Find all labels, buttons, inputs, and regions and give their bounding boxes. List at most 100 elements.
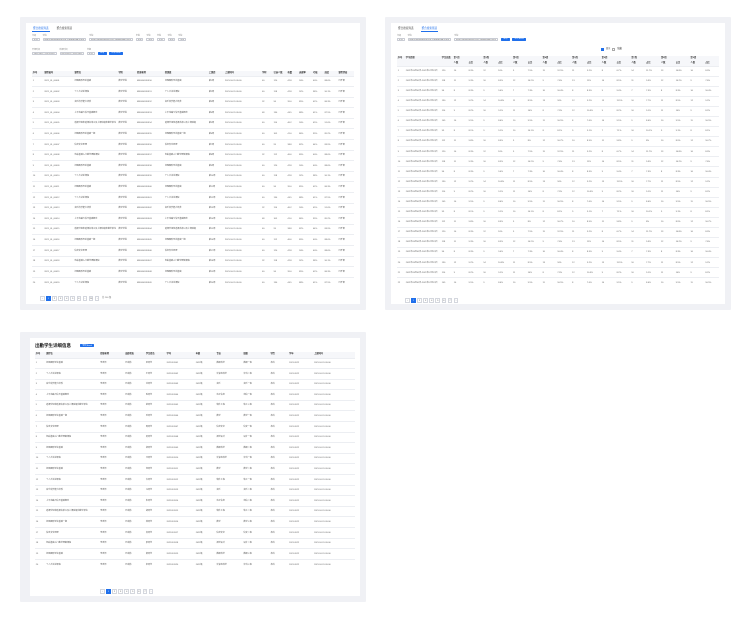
table-row[interactable]: 21 2021年03月01日-2021年07月15日 110 9 8.2% 10 9.1% 1… xyxy=(397,267,720,278)
table-row[interactable]: 3 音乐欣赏能力培养 李老师 已出勤 刘同学 2021012003 2021级 音乐 音乐一班本… xyxy=(35,378,355,390)
table-row[interactable]: 14 上平电路与信号基础概念 李老师 已出勤 朱同学 2021012014 2021级 电子信… xyxy=(35,495,355,507)
page-button[interactable]: 4 xyxy=(124,589,129,594)
table-row[interactable]: 2 2021年03月01日-2021年07月15日 118 11 9.3% 10 8.5% 1… xyxy=(397,75,720,87)
table-row[interactable]: 17 2021年03月01日-2021年07月15日 120 10 8.3% 12 10% 9… xyxy=(397,226,720,238)
tab-aggregate-2[interactable]: 聚合搜索筛选 xyxy=(56,27,74,32)
table-row[interactable]: 1 2021年03月01日-2021年07月15日 120 10 8.3% 12 10% 9 7… xyxy=(397,65,720,77)
table-row[interactable]: 8 色彩基础入门教学理解课程 李老师 已出勤 吴同学 2021012008 2021级 视觉设… xyxy=(35,431,355,443)
page-button[interactable]: 1 xyxy=(411,298,416,303)
table-row[interactable]: 14 2021年03月01日-2021年07月15日 105 10 9.5% 9 8.6% 1… xyxy=(397,196,720,208)
table-row[interactable]: 12 2021年03月01日-2021年07月15日 130 12 9.2% 14 10.8… xyxy=(397,176,720,188)
page-button[interactable]: 6 xyxy=(136,589,142,594)
table-row[interactable]: 20 2021_01_00020 个人方法论课程 数学学院 MK0090590169 个人… xyxy=(32,276,354,288)
page-button[interactable]: 6 xyxy=(76,296,82,301)
table-row[interactable]: 17 信息安全原理 李老师 已出勤 高同学 2021012017 2021级 信息安全 信安二班… xyxy=(35,527,355,539)
page-button[interactable]: 5 xyxy=(435,298,441,303)
table-row[interactable]: 19 2021_01_00019 问题图形导论基础 数学学院 MK0090590168 问… xyxy=(32,266,354,278)
filter-select[interactable]: 全部 xyxy=(146,37,155,42)
next-page-button[interactable]: › xyxy=(148,589,154,594)
table-row[interactable]: 10 个人方法论课程 李老师 已出勤 冯同学 2021012010 2021级 计算机科学 计科… xyxy=(35,452,355,464)
table-row[interactable]: 22 2021年03月01日-2021年07月15日 105 10 9.5% 9 8.6% 1… xyxy=(397,277,720,289)
table-row[interactable]: 9 问题图形导论基础 李老师 已出勤 郑同学 2021012009 2021级 数据科学 数据二… xyxy=(35,442,355,454)
table-row[interactable]: 20 个人方法论课程 李老师 已出勤 宋同学 2021012020 2021级 计算机科学 计科… xyxy=(35,558,355,570)
table-row[interactable]: 20 2021年03月01日-2021年07月15日 130 12 9.2% 14 10.8… xyxy=(397,257,720,268)
search-button[interactable]: 查询 xyxy=(97,51,107,56)
page-button[interactable]: 7 xyxy=(447,298,453,303)
page-button[interactable]: 2 xyxy=(52,296,57,301)
export-excel-button[interactable]: 导出 Excel xyxy=(80,344,95,348)
page-button[interactable]: 1 xyxy=(46,296,51,301)
table-row[interactable]: 5 2021_01_00005 选课分组和选课名单以及上课班级和教学单位 数学学院 MK… xyxy=(32,117,354,129)
table-row[interactable]: 9 2021年03月01日-2021年07月15日 120 10 8.3% 12 10% 9 7… xyxy=(397,146,720,157)
table-row[interactable]: 2 个人方法论课程 李老师 已出勤 王同学 2021012002 2021级 计算机科学 计科二… xyxy=(35,368,355,380)
tab-aggregate-1[interactable]: 聚合搜索筛选 xyxy=(32,27,50,33)
table-row[interactable]: 12 个人方法论课程 李老师 已出勤 许同学 2021012012 2021级 软件工程 软工一… xyxy=(35,474,355,486)
filter-select[interactable]: 全部 xyxy=(135,37,144,42)
filter-select[interactable]: 全部 xyxy=(167,37,176,42)
table-row[interactable]: 16 2021年03月01日-2021年07月15日 112 11 9.8% 10 8.9%… xyxy=(397,216,720,228)
table-row[interactable]: 11 2021年03月01日-2021年07月15日 96 8 8.3% 9 9.4% 7 7.… xyxy=(397,166,720,178)
export-excel-button[interactable]: 导出 Excel xyxy=(511,37,527,42)
page-button[interactable]: 1 xyxy=(106,589,111,594)
table-row[interactable]: 6 2021年03月01日-2021年07月15日 105 10 9.5% 9 8.6% 10… xyxy=(397,115,720,127)
tab-aggregate-1[interactable]: 聚合搜索筛选 xyxy=(397,27,415,32)
next-page-button[interactable]: › xyxy=(453,298,459,303)
filter-select[interactable]: 选课分组和选课名单以及上课班级和教学单位 xyxy=(407,37,452,42)
table-row[interactable]: 11 2021_01_00011 问题图形导论基础 数学学院 MK0090590160 问… xyxy=(32,181,354,193)
table-row[interactable]: 13 2021_01_00013 音乐欣赏能力培养 数学学院 MK0090590162 音… xyxy=(32,202,354,214)
table-row[interactable]: 7 2021_01_00007 信息安全原理 数学学院 MK0090590156 信息安全… xyxy=(32,139,354,151)
hide-checkbox[interactable] xyxy=(612,48,616,51)
table-row[interactable]: 6 问题图形导论基础一期 李老师 已出勤 孙同学 2021012006 2021级 数学 数学一… xyxy=(35,410,355,422)
table-row[interactable]: 13 音乐欣赏能力培养 李老师 已出勤 马同学 2021012013 2021级 音乐 音乐二班… xyxy=(35,484,355,496)
filter-select[interactable]: 2021-2022 - 2021-2022 xyxy=(59,51,84,56)
table-row[interactable]: 6 2021_01_00006 问题图形导论基础一期 数学学院 MK0090590155… xyxy=(32,128,354,140)
table-row[interactable]: 11 问题图形导论基础 李老师 已出勤 何同学 2021012011 2021级 数学 数学二班… xyxy=(35,463,355,475)
page-button[interactable]: 5 xyxy=(130,589,136,594)
page-button[interactable]: 3 xyxy=(58,296,63,301)
tab-aggregate-2[interactable]: 聚合搜索筛选 xyxy=(420,27,439,33)
table-row[interactable]: 15 2021年03月01日-2021年07月15日 99 8 8.1% 9 9.1% 10 1… xyxy=(397,206,720,218)
table-row[interactable]: 4 2021_01_00004 上平电路与信号基础概念 数学学院 MK009059015… xyxy=(32,107,354,119)
table-row[interactable]: 18 2021年03月01日-2021年07月15日 118 11 9.3% 10 8.5%… xyxy=(397,237,720,248)
page-button[interactable]: 6 xyxy=(441,298,447,303)
table-row[interactable]: 10 2021年03月01日-2021年07月15日 118 11 9.3% 10 8.5%… xyxy=(397,156,720,167)
table-row[interactable]: 3 2021_01_00003 音乐欣赏能力培养 数学学院 MK0090590152 音乐… xyxy=(32,96,354,108)
filter-select[interactable]: 全部 xyxy=(157,37,165,42)
table-row[interactable]: 7 信息安全原理 李老师 已出勤 周同学 2021012007 2021级 信息安全 信安一班本… xyxy=(35,421,355,433)
table-row[interactable]: 1 问题图形导论基础 李老师 已出勤 张同学 2021012001 2021级 数据科学 数据一… xyxy=(35,357,355,369)
table-row[interactable]: 4 上平电路与信号基础概念 李老师 已出勤 陈同学 2021012004 2021级 电子信息… xyxy=(35,389,355,401)
page-button[interactable]: ... xyxy=(82,296,88,301)
table-row[interactable]: 19 2021年03月01日-2021年07月15日 96 8 8.3% 9 9.4% 7 7.… xyxy=(397,247,720,258)
page-button[interactable]: 3 xyxy=(423,298,428,303)
table-row[interactable]: 15 选课分组和选课名单以及上课班级和教学单位 李老师 已出勤 胡同学 202101201… xyxy=(35,505,355,517)
table-row[interactable]: 12 2021_01_00012 个人方法论课程 数学学院 MK0090590161 个人… xyxy=(32,192,354,204)
table-row[interactable]: 2 2021_01_00002 个人方法论课程 数学学院 MK0090590151 个人方… xyxy=(32,86,354,98)
table-row[interactable]: 19 问题图形导论基础 李老师 已出勤 梁同学 2021012019 2021级 数据科学 数据… xyxy=(35,548,355,560)
show-checkbox[interactable] xyxy=(601,48,604,51)
table-row[interactable]: 8 2021_01_00008 色彩基础入门教学理解课程 数学学院 MK00905901… xyxy=(32,149,354,161)
table-row[interactable]: 5 2021年03月01日-2021年07月15日 110 9 8.2% 10 9.1% 11… xyxy=(397,105,720,117)
table-row[interactable]: 8 2021年03月01日-2021年07月15日 112 11 9.8% 10 8.9% 9… xyxy=(397,136,720,147)
filter-select[interactable]: 全部 xyxy=(178,37,186,42)
filter-select[interactable]: 选课分组和选课名单以及上课班级和教学单位 xyxy=(42,37,87,42)
table-row[interactable]: 5 选课分组和选课名单以及上课班级和教学单位 李老师 已出勤 赵同学 2021012005… xyxy=(35,399,355,411)
table-row[interactable]: 18 色彩基础入门教学理解课程 李老师 已出勤 罗同学 2021012018 2021级 视觉… xyxy=(35,537,355,549)
table-row[interactable]: 14 2021_01_00014 上平电路与信号基础概念 数学学院 MK00905901… xyxy=(32,213,354,225)
page-button[interactable]: 4 xyxy=(429,298,434,303)
table-row[interactable]: 4 2021年03月01日-2021年07月15日 130 12 9.2% 14 10.8%… xyxy=(397,95,720,107)
table-row[interactable]: 16 2021_01_00016 问题图形导论基础一期 数学学院 MK009059016… xyxy=(32,234,354,246)
table-row[interactable]: 10 2021_01_00010 个人方法论课程 数学学院 MK0090590159 个人… xyxy=(32,170,354,182)
filter-select[interactable]: 全部 xyxy=(87,51,95,56)
table-row[interactable]: 9 2021_01_00009 问题图形导论基础 数学学院 MK0090590158 问题… xyxy=(32,160,354,172)
page-button[interactable]: 4 xyxy=(64,296,69,301)
page-button[interactable]: 5 xyxy=(70,296,76,301)
table-row[interactable]: 15 2021_01_00015 选课分组和选课名单以及上课班级和教学单位 数学学院 M… xyxy=(32,223,354,235)
search-button[interactable]: 查询 xyxy=(500,37,510,42)
page-button[interactable]: 2 xyxy=(417,298,422,303)
filter-select[interactable]: 选课分组和选课名单以及上课班级和教学单位 xyxy=(454,37,498,42)
prev-page-button[interactable]: ‹ xyxy=(405,298,410,303)
table-row[interactable]: 3 2021年03月01日-2021年07月15日 96 8 8.3% 9 9.4% 7 7.3… xyxy=(397,85,720,97)
filter-select[interactable]: 2021-2022 - 2021-2022 xyxy=(32,51,57,56)
export-excel-button[interactable]: 导出 Excel xyxy=(108,51,124,56)
page-button[interactable]: 7 xyxy=(142,589,148,594)
